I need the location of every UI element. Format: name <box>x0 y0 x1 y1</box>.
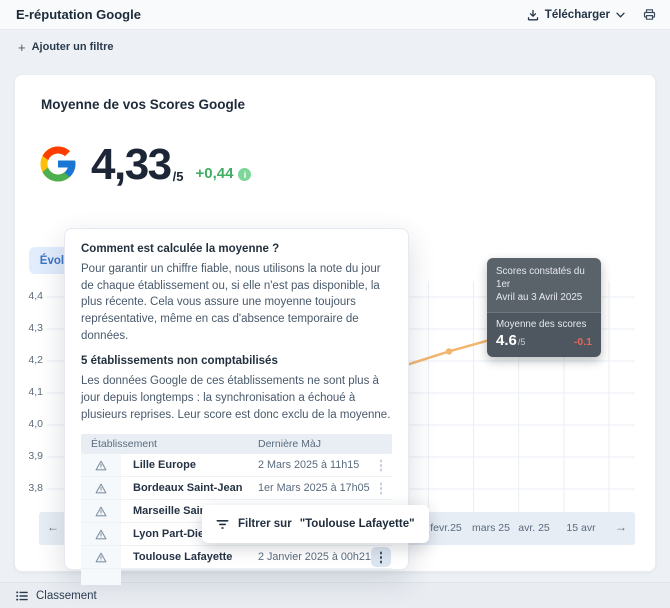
popover-subtitle: 5 établissements non comptabilisés <box>81 355 278 368</box>
y-axis-tick: 4,4 <box>28 290 43 302</box>
print-button[interactable] <box>643 8 656 21</box>
info-icon[interactable]: i <box>238 168 252 181</box>
filter-on-value: "Toulouse Lafayette" <box>299 518 415 530</box>
filter-bar: + Ajouter un filtre <box>0 31 670 63</box>
top-bar: E-réputation Google Télécharger <box>0 0 670 30</box>
top-bar-actions: Télécharger <box>527 8 656 21</box>
last-update-date: 2 Janvier 2025 à 00h21 <box>258 551 371 564</box>
score-max: /5 <box>172 169 184 184</box>
y-axis-tick: 4,1 <box>28 386 43 398</box>
col-last-update: Dernière MàJ <box>258 438 322 451</box>
tooltip-score: 4.6 <box>496 331 517 349</box>
warning-icon <box>81 500 121 523</box>
list-icon <box>16 590 28 601</box>
last-update-date: 1er Mars 2025 à 17h05 <box>258 482 370 495</box>
tooltip-period: Scores constatés du 1er Avril au 3 Avril… <box>487 258 601 313</box>
establishment-name: Toulouse Lafayette <box>133 551 233 564</box>
y-axis-tick: 4,3 <box>28 322 43 334</box>
establishment-name: Bordeaux Saint-Jean <box>133 482 243 495</box>
google-logo-icon <box>37 143 79 187</box>
download-icon <box>527 9 539 21</box>
establishment-name: Lille Europe <box>133 459 196 472</box>
tooltip-delta: -0.1 <box>573 335 592 348</box>
chevron-down-icon <box>616 12 625 18</box>
download-button[interactable]: Télécharger <box>527 9 625 21</box>
popover-body: Pour garantir un chiffre fiable, nous ut… <box>81 263 381 342</box>
row-kebab-menu-button-active[interactable] <box>371 547 391 568</box>
popover-body-2: Les données Google de ces établissements… <box>81 375 391 421</box>
printer-icon <box>643 8 656 21</box>
popover-title: Comment est calculée la moyenne ? <box>81 243 280 255</box>
y-axis-tick: 4,2 <box>28 354 43 366</box>
warning-icon <box>81 454 121 477</box>
y-axis-tick: 3,9 <box>28 450 43 462</box>
chart-tooltip: Scores constatés du 1er Avril au 3 Avril… <box>487 258 601 357</box>
col-establishment: Établissement <box>91 438 157 451</box>
filter-on-label: Filtrer sur <box>238 518 292 530</box>
page-title: E-réputation Google <box>16 7 141 22</box>
last-update-date: 2 Mars 2025 à 11h15 <box>258 459 360 472</box>
x-axis-tick: avr. 25 <box>518 522 550 534</box>
warning-icon <box>81 523 121 546</box>
tooltip-body: Moyenne des scores 4.6 /5 -0.1 <box>487 313 601 357</box>
table-header: Établissement Dernière MàJ <box>81 434 392 455</box>
page: E-réputation Google Télécharger + Ajoute… <box>0 0 670 608</box>
classement-label: Classement <box>36 589 97 602</box>
score-delta: +0,44 <box>195 165 234 182</box>
add-filter-label: Ajouter un filtre <box>31 41 114 53</box>
tooltip-label: Moyenne des scores <box>496 318 587 330</box>
tooltip-score-max: /5 <box>517 336 526 347</box>
row-kebab-menu-button[interactable] <box>374 481 388 496</box>
x-axis-tick: mars 25 <box>472 522 510 534</box>
table-icon-column-tail <box>81 569 121 586</box>
score-summary: 4,33 /5 +0,44 i <box>37 140 252 189</box>
warning-icon <box>81 477 121 500</box>
y-axis-tick: 3,8 <box>28 482 43 494</box>
average-score-value: 4,33 <box>91 140 172 189</box>
add-filter-button[interactable]: + Ajouter un filtre <box>18 40 113 55</box>
row-kebab-menu-button[interactable] <box>374 458 388 473</box>
classement-section-header[interactable]: Classement <box>0 582 670 608</box>
y-axis-tick: 4,0 <box>28 418 43 430</box>
row-context-menu: Filtrer sur "Toulouse Lafayette" <box>202 505 429 543</box>
chart-next-arrow[interactable]: → <box>615 520 627 534</box>
table-row: Lille Europe 2 Mars 2025 à 11h15 <box>81 454 392 478</box>
table-row: Bordeaux Saint-Jean 1er Mars 2025 à 17h0… <box>81 477 392 501</box>
card-title: Moyenne de vos Scores Google <box>41 97 246 112</box>
chart-prev-arrow[interactable]: ← <box>47 520 59 534</box>
plus-icon: + <box>18 39 26 55</box>
download-label: Télécharger <box>544 8 610 21</box>
x-axis-tick: 15 avr <box>566 522 596 534</box>
filter-icon <box>216 519 229 530</box>
x-axis-tick: fevr.25 <box>430 522 462 534</box>
warning-icon <box>81 546 121 569</box>
table-row: Toulouse Lafayette 2 Janvier 2025 à 00h2… <box>81 546 392 570</box>
filter-on-menu-item[interactable]: Filtrer sur "Toulouse Lafayette" <box>238 518 415 530</box>
